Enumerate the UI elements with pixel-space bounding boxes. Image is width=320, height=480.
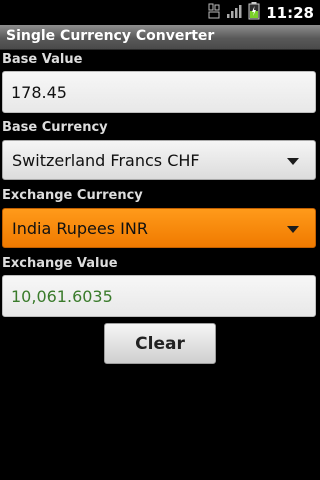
chevron-down-icon bbox=[287, 226, 299, 233]
clear-button[interactable]: Clear bbox=[104, 323, 216, 364]
exchange-currency-dropdown[interactable]: India Rupees INR bbox=[2, 208, 316, 248]
base-currency-dropdown[interactable]: Switzerland Francs CHF bbox=[2, 140, 316, 180]
status-time: 11:28 bbox=[266, 3, 314, 22]
base-value-text: 178.45 bbox=[11, 83, 67, 102]
exchange-currency-value: India Rupees INR bbox=[12, 219, 148, 238]
title-bar: Single Currency Converter bbox=[0, 25, 320, 50]
exchange-value-field[interactable]: 10,061.6035 bbox=[2, 275, 316, 317]
base-value-label: Base Value bbox=[2, 52, 83, 67]
data-sync-icon bbox=[208, 3, 220, 23]
signal-strength-icon bbox=[226, 3, 242, 23]
exchange-currency-label: Exchange Currency bbox=[2, 188, 143, 203]
status-icons: 11:28 bbox=[208, 0, 314, 25]
exchange-value-label: Exchange Value bbox=[2, 256, 118, 271]
clear-button-label: Clear bbox=[135, 333, 185, 354]
base-currency-value: Switzerland Francs CHF bbox=[12, 151, 200, 170]
status-bar: 11:28 bbox=[0, 0, 320, 25]
base-currency-label: Base Currency bbox=[2, 120, 108, 135]
battery-charging-icon bbox=[248, 1, 260, 24]
chevron-down-icon bbox=[287, 158, 299, 165]
exchange-value-text: 10,061.6035 bbox=[11, 287, 113, 306]
app-title: Single Currency Converter bbox=[6, 28, 215, 44]
base-value-input[interactable]: 178.45 bbox=[2, 71, 316, 113]
